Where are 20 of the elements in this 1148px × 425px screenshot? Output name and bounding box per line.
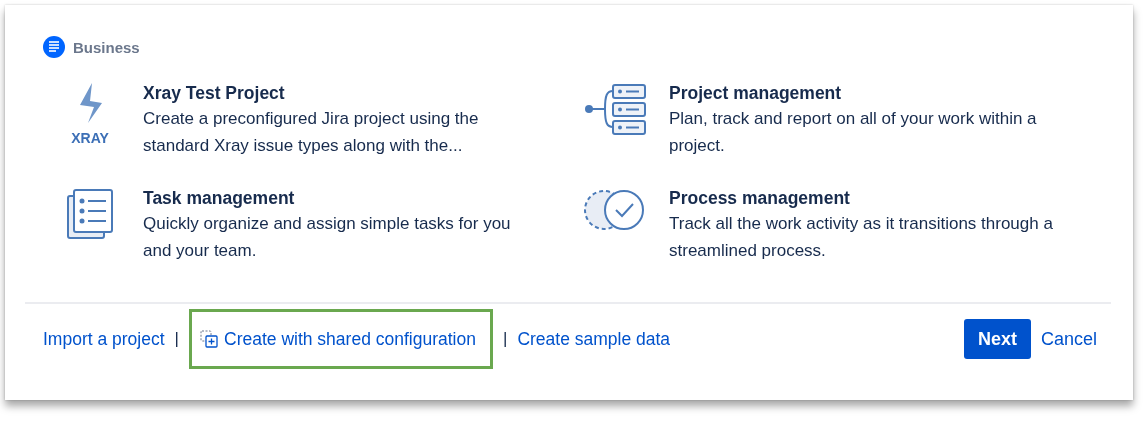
template-description: Quickly organize and assign simple tasks for you and your team. [143, 213, 512, 262]
template-title[interactable]: Process management [669, 186, 1061, 210]
footer-link[interactable]: Create with shared configuration [189, 309, 493, 369]
next-button[interactable]: Next [963, 319, 1031, 359]
checklist-icon [66, 188, 114, 240]
template-description: Track all the work activity as it transitions through a streamlined process. [669, 213, 1054, 262]
server-stack-icon [583, 83, 649, 135]
category-heading: Business [73, 38, 140, 56]
separator: | [502, 329, 508, 349]
separator: | [174, 329, 179, 349]
document-icon [43, 36, 65, 58]
add-copy-icon [200, 330, 218, 348]
footer-link[interactable]: Import a project [43, 328, 165, 350]
template-title[interactable]: Project management [669, 81, 1061, 105]
template-description: Create a preconfigured Jira project using the standard Xray issue types along with the... [143, 108, 480, 157]
template-title[interactable]: Task management [143, 186, 535, 210]
template-description: Plan, track and report on all of your work within a project. [669, 108, 1038, 157]
cancel-button[interactable]: Cancel [1034, 328, 1111, 350]
footer-link[interactable]: Create sample data [517, 328, 671, 350]
template-title[interactable]: Xray Test Project [143, 81, 535, 105]
